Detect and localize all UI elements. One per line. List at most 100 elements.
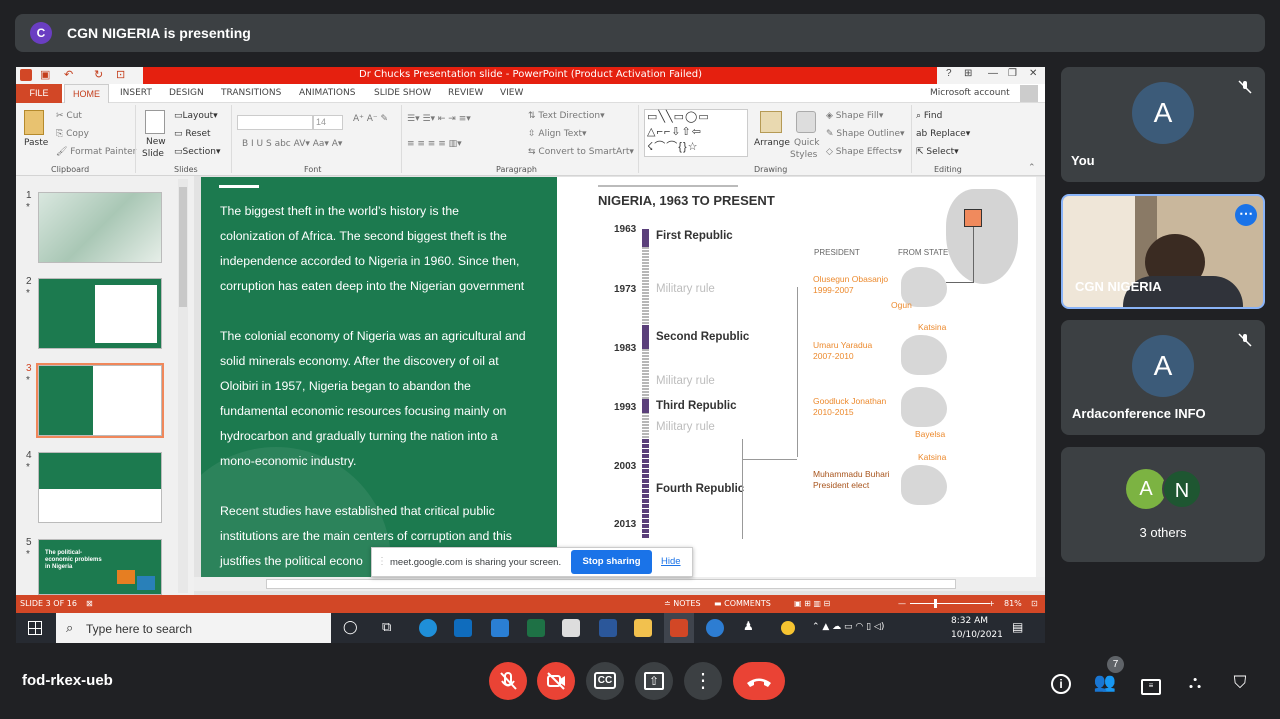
leave-call-button[interactable] [733,662,785,700]
mic-toggle-button[interactable] [489,662,527,700]
account-menu[interactable]: Microsoft account [930,88,1010,98]
account-avatar[interactable] [1020,85,1038,102]
new-slide-icon[interactable] [145,110,165,134]
drag-handle-icon[interactable]: ⋮ [377,556,387,567]
slide-thumbnail-1[interactable] [38,192,162,263]
hide-link[interactable]: Hide [661,556,681,567]
camera-toggle-button[interactable] [537,662,575,700]
reset-button[interactable]: ▭ Reset [174,129,211,139]
tab-design[interactable]: DESIGN [169,88,204,98]
file-explorer-icon[interactable] [634,619,652,637]
find-button[interactable]: ⌕ Find [916,111,942,121]
zoom-out-icon[interactable]: — [898,599,906,608]
powerpoint-taskbar-icon[interactable] [670,619,688,637]
restore-icon[interactable]: ❐ [1008,68,1017,79]
slide-scrollbar[interactable] [1036,177,1045,577]
thumbnail-scroll-thumb[interactable] [179,187,187,307]
arrange-button[interactable]: Arrange [754,138,790,148]
view-buttons-icon[interactable]: ▣ ⊞ ▥ ⊟ [794,599,830,608]
slide-thumbnail-2[interactable] [38,278,162,349]
tab-transitions[interactable]: TRANSITIONS [221,88,281,98]
cut-button[interactable]: ✂ Cut [56,111,82,121]
tab-slide-show[interactable]: SLIDE SHOW [374,88,431,98]
select-button[interactable]: ⇱ Select▾ [916,147,959,157]
participant-tile-others[interactable]: A N 3 others [1061,447,1265,562]
chat-button[interactable]: ≡ [1139,670,1163,695]
notifications-icon[interactable]: ▤ [1012,620,1023,634]
more-options-button[interactable]: ⋮ [684,662,722,700]
font-size-controls[interactable]: A⁺ A⁻ ✎ [353,114,388,124]
font-size-box[interactable]: 14 [313,115,343,130]
tab-insert[interactable]: INSERT [120,88,152,98]
horizontal-scroll-thumb[interactable] [266,579,956,589]
align-icons[interactable]: ≡ ≡ ≡ ≡ ▥▾ [407,139,462,149]
task-view-icon[interactable]: ⧉ [382,620,391,635]
tray-icons[interactable]: ⌃ ▲ ☁ ▭ ◠ ▯ ◁) [812,622,884,632]
host-controls-button[interactable]: ⛉ [1228,670,1252,694]
help-app-icon[interactable] [706,619,724,637]
stop-sharing-button[interactable]: Stop sharing [571,550,652,574]
shape-outline-button[interactable]: ✎ Shape Outline▾ [826,129,905,139]
tab-home[interactable]: HOME [64,84,109,104]
slide-thumbnail-5[interactable]: The political-economic problems in Niger… [38,539,162,595]
layout-button[interactable]: ▭Layout▾ [174,111,218,121]
mail-icon[interactable] [491,619,509,637]
people-icon[interactable]: ♟ [743,619,754,633]
minimize-icon[interactable]: — [988,68,998,79]
arrange-icon[interactable] [760,111,782,133]
edge-icon[interactable] [419,619,437,637]
zoom-in-icon[interactable]: + [988,599,995,608]
present-now-button[interactable]: ⇧ [635,662,673,700]
tab-view[interactable]: VIEW [500,88,523,98]
store-icon[interactable] [562,619,580,637]
meeting-details-button[interactable]: i [1049,670,1073,694]
slide-thumbnail-4[interactable] [38,452,162,523]
list-icons[interactable]: ☰▾ ☰▾ ⇤ ⇥ ≡▾ [407,114,471,124]
paste-button[interactable]: Paste [24,138,48,148]
clock-date[interactable]: 10/10/2021 [951,630,1003,640]
captions-button[interactable]: CC [586,662,624,700]
tab-animations[interactable]: ANIMATIONS [299,88,355,98]
current-slide[interactable]: The biggest theft in the world’s history… [201,177,1036,577]
collapse-ribbon-icon[interactable]: ⌃ [1028,163,1036,173]
people-button[interactable]: 👥 [1093,670,1117,694]
replace-button[interactable]: ab Replace▾ [916,129,970,139]
outlook-icon[interactable] [454,619,472,637]
align-text-button[interactable]: ⇳ Align Text▾ [528,129,587,139]
copy-button[interactable]: ⎘ Copy [56,129,89,139]
participant-tile-cgn-nigeria[interactable]: ⋯ CGN NIGERIA [1061,194,1265,309]
shapes-gallery[interactable]: ▭╲╲▭◯▭ △⌐⌐⇩⇧⇦ ☇⌒⌒{}☆ [644,109,748,157]
quick-styles-label[interactable]: Styles [790,150,817,160]
zoom-slider-thumb[interactable] [934,599,937,608]
notes-button[interactable]: ≐ NOTES [664,599,701,608]
new-slide-button[interactable]: New [146,137,166,147]
weather-icon[interactable] [781,621,795,635]
slide-thumbnail-3[interactable] [36,363,164,438]
format-painter-button[interactable]: 🖌 Format Painter [56,147,136,157]
tab-file[interactable]: FILE [16,84,62,103]
new-slide-label[interactable]: Slide [142,149,164,159]
convert-smartart-button[interactable]: ⇆ Convert to SmartArt▾ [528,147,634,157]
clock-time[interactable]: 8:32 AM [951,616,988,626]
ribbon-display-icon[interactable]: ⊞ [964,68,972,79]
section-button[interactable]: ▭Section▾ [174,147,221,157]
font-format-icons[interactable]: B I U S abc AV▾ Aa▾ A▾ [242,139,342,149]
word-icon[interactable] [599,619,617,637]
help-icon[interactable]: ? [946,68,952,79]
participant-tile-ardaconference[interactable]: A Ardaconference INFO [1061,320,1265,435]
zoom-level[interactable]: 81% [1004,599,1022,608]
excel-icon[interactable] [527,619,545,637]
activities-button[interactable]: ⛬ [1183,670,1207,694]
more-options-icon[interactable]: ⋯ [1235,204,1257,226]
quick-styles-button[interactable]: Quick [794,138,819,148]
comments-button[interactable]: ▬ COMMENTS [714,599,771,608]
paste-icon[interactable] [24,110,44,135]
participant-tile-you[interactable]: A You [1061,67,1265,182]
text-direction-button[interactable]: ⇅ Text Direction▾ [528,111,605,121]
shape-fill-button[interactable]: ◈ Shape Fill▾ [826,111,883,121]
quick-styles-icon[interactable] [796,111,816,133]
close-icon[interactable]: ✕ [1029,68,1037,79]
windows-start-icon[interactable] [28,621,42,635]
cortana-icon[interactable]: ◯ [343,620,358,635]
fit-slide-icon[interactable]: ⊡ [1031,599,1038,608]
